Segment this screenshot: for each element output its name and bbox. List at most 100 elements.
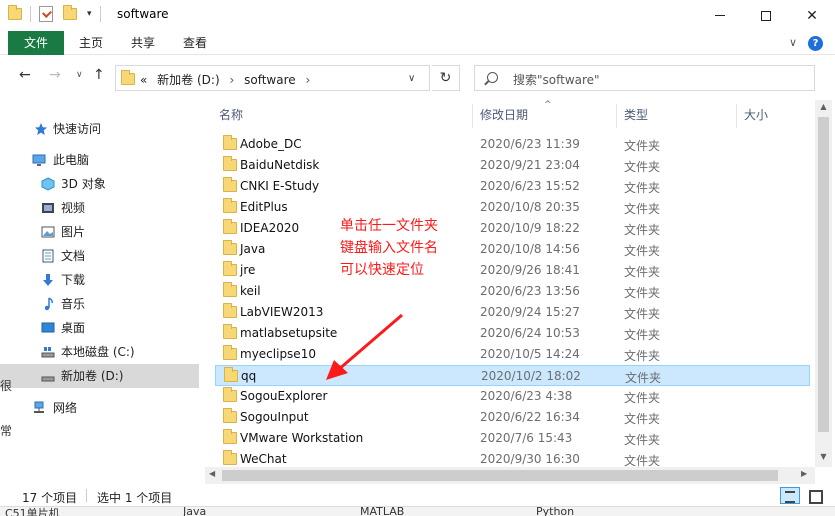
table-row[interactable]: myeclipse10 2020/10/5 14:24 文件夹 [215, 344, 810, 365]
file-name: qq [241, 369, 257, 383]
refresh-button[interactable]: ↻ [432, 65, 460, 91]
sidebar-item-this-pc[interactable]: 此电脑 [0, 148, 199, 172]
up-arrow-icon[interactable]: ↑ [93, 67, 105, 83]
sidebar-item-music[interactable]: 音乐 [0, 292, 199, 316]
sidebar-item-label: 新加卷 (D:) [61, 369, 124, 383]
column-divider[interactable] [472, 104, 473, 128]
file-type: 文件夹 [624, 328, 661, 342]
address-bar[interactable]: « 新加卷 (D:) › software › [115, 65, 430, 91]
column-divider[interactable] [736, 104, 737, 128]
scroll-up-icon[interactable]: ▲ [815, 102, 832, 111]
navigation-pane: 快速访问 此电脑 3D 对象 视频 图片 文档 下载 音乐 桌面 本地磁盘 (C… [0, 100, 205, 480]
file-type: 文件夹 [624, 181, 661, 195]
table-row[interactable]: matlabsetupsite 2020/6/24 10:53 文件夹 [215, 323, 810, 344]
sidebar-item-drive-d[interactable]: 新加卷 (D:) [0, 364, 199, 388]
table-row[interactable]: Java 2020/10/8 14:56 文件夹 [215, 239, 810, 260]
table-row[interactable]: VMware Workstation 2020/7/6 15:43 文件夹 [215, 428, 810, 449]
file-name: CNKI E-Study [240, 179, 320, 193]
table-row[interactable]: LabVIEW2013 2020/9/24 15:27 文件夹 [215, 302, 810, 323]
table-row[interactable]: BaiduNetdisk 2020/9/21 23:04 文件夹 [215, 155, 810, 176]
forward-arrow-icon[interactable]: → [49, 67, 61, 83]
file-date: 2020/10/5 14:24 [480, 347, 580, 361]
qat-dropdown-icon[interactable]: ▾ [87, 9, 92, 19]
search-input[interactable]: 搜索"software" [474, 65, 815, 91]
column-divider[interactable] [616, 104, 617, 128]
close-icon: ✕ [806, 7, 818, 24]
table-row[interactable]: keil 2020/6/23 13:56 文件夹 [215, 281, 810, 302]
file-date: 2020/6/23 4:38 [480, 389, 573, 403]
large-icons-view-icon[interactable] [805, 487, 825, 504]
breadcrumb-drive[interactable]: 新加卷 (D:) [157, 73, 219, 87]
new-folder-icon[interactable] [63, 5, 77, 20]
expand-ribbon-icon[interactable]: ∨ [789, 36, 797, 49]
file-name: BaiduNetdisk [240, 158, 320, 172]
sidebar-item-network[interactable]: 网络 [0, 396, 199, 420]
close-button[interactable]: ✕ [789, 0, 835, 31]
file-name: LabVIEW2013 [240, 305, 324, 319]
help-icon[interactable]: ? [808, 36, 823, 51]
column-header-size[interactable]: 大小 [744, 100, 768, 130]
computer-icon [32, 154, 46, 166]
music-icon [44, 297, 53, 311]
address-dropdown-icon[interactable]: ∨ [408, 73, 415, 84]
tab-share[interactable]: 共享 [120, 31, 166, 55]
sidebar-item-3d-objects[interactable]: 3D 对象 [0, 172, 199, 196]
breadcrumb-overflow[interactable]: « [140, 73, 147, 87]
tab-file[interactable]: 文件 [8, 31, 64, 55]
sidebar-item-desktop[interactable]: 桌面 [0, 316, 199, 340]
breadcrumb-folder[interactable]: software [244, 73, 296, 87]
back-arrow-icon[interactable]: ← [19, 67, 31, 83]
scrollbar-thumb[interactable] [222, 470, 778, 481]
maximize-button[interactable] [743, 0, 789, 31]
sidebar-item-pictures[interactable]: 图片 [0, 220, 199, 244]
table-row[interactable]: IDEA2020 2020/10/9 18:22 文件夹 [215, 218, 810, 239]
search-icon [487, 72, 498, 83]
folder-icon [121, 70, 135, 85]
sidebar-item-label: 快速访问 [53, 122, 102, 136]
file-date: 2020/7/6 15:43 [480, 431, 573, 445]
table-row[interactable]: CNKI E-Study 2020/6/23 15:52 文件夹 [215, 176, 810, 197]
sidebar-item-downloads[interactable]: 下载 [0, 268, 199, 292]
minimize-button[interactable] [697, 0, 743, 31]
tab-view[interactable]: 查看 [172, 31, 218, 55]
scroll-down-icon[interactable]: ▼ [815, 452, 832, 461]
drive-icon [41, 347, 55, 358]
sidebar-item-drive-c[interactable]: 本地磁盘 (C:) [0, 340, 199, 364]
status-bar: 17 个项目 选中 1 个项目 [0, 484, 835, 506]
column-header-name[interactable]: 名称 [219, 100, 243, 130]
recent-locations-icon[interactable]: ∨ [76, 70, 83, 80]
table-row[interactable]: EditPlus 2020/10/8 20:35 文件夹 [215, 197, 810, 218]
background-item: Python [536, 506, 575, 516]
details-view-icon[interactable] [780, 487, 800, 504]
file-type: 文件夹 [624, 349, 661, 363]
file-date: 2020/6/23 15:52 [480, 179, 580, 193]
sidebar-item-quick-access[interactable]: 快速访问 [0, 117, 199, 141]
file-type: 文件夹 [624, 391, 661, 405]
table-row[interactable]: SogouExplorer 2020/6/23 4:38 文件夹 [215, 386, 810, 407]
sidebar-item-documents[interactable]: 文档 [0, 244, 199, 268]
desktop-icon [41, 322, 55, 333]
column-header-date[interactable]: 修改日期 [480, 100, 528, 130]
scrollbar-thumb[interactable] [818, 117, 829, 432]
vertical-scrollbar[interactable]: ▲ ▼ [815, 100, 832, 467]
chevron-right-icon[interactable]: › [305, 73, 310, 87]
table-row[interactable]: SogouInput 2020/6/22 16:34 文件夹 [215, 407, 810, 428]
folder-icon [223, 429, 237, 444]
sidebar-item-label: 视频 [61, 201, 86, 215]
table-row[interactable]: jre 2020/9/26 18:41 文件夹 [215, 260, 810, 281]
file-type: 文件夹 [624, 307, 661, 321]
scroll-left-icon[interactable]: ◀ [209, 469, 215, 478]
horizontal-scrollbar[interactable]: ◀ ▶ [205, 467, 815, 484]
folder-icon [223, 324, 237, 339]
file-name: VMware Workstation [240, 431, 364, 445]
tab-home[interactable]: 主页 [68, 31, 114, 55]
properties-icon[interactable] [39, 6, 53, 22]
column-header-type[interactable]: 类型 [624, 100, 648, 130]
scroll-right-icon[interactable]: ▶ [801, 469, 807, 478]
sidebar-item-videos[interactable]: 视频 [0, 196, 199, 220]
chevron-right-icon[interactable]: › [229, 73, 234, 87]
folder-icon [223, 198, 237, 213]
table-row[interactable]: qq 2020/10/2 18:02 文件夹 [215, 365, 810, 386]
file-name: keil [240, 284, 261, 298]
table-row[interactable]: Adobe_DC 2020/6/23 11:39 文件夹 [215, 134, 810, 155]
